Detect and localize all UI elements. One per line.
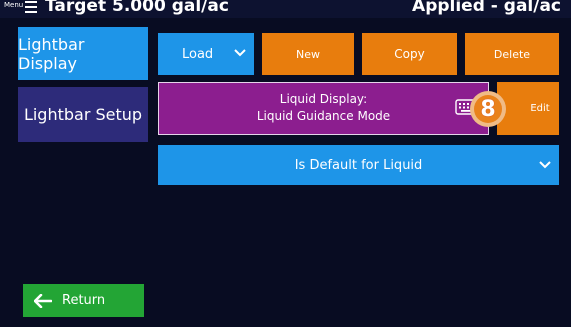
applied-rate: Applied - gal/ac [412, 0, 561, 16]
load-dropdown[interactable]: Load [158, 33, 254, 75]
edit-label: Edit [530, 103, 550, 114]
copy-button[interactable]: Copy [362, 33, 457, 75]
status-header: Menu Target 5.000 gal/ac Applied - gal/a… [0, 0, 571, 18]
default-select[interactable]: Is Default for Liquid [158, 145, 559, 185]
new-label: New [296, 47, 320, 61]
step-badge: 8 [470, 91, 506, 127]
step-number: 8 [474, 95, 502, 123]
return-button[interactable]: Return [23, 284, 144, 317]
sidebar-item-lightbar-display[interactable]: Lightbar Display [18, 27, 148, 80]
chevron-down-icon [539, 161, 551, 169]
panel-title: Liquid Display: [279, 92, 368, 106]
sidebar-item-lightbar-setup[interactable]: Lightbar Setup [18, 87, 148, 142]
new-button[interactable]: New [262, 33, 354, 75]
menu-icon[interactable] [25, 1, 37, 13]
sidebar-item-label: Lightbar Setup [23, 105, 143, 124]
panel-mode: Liquid Guidance Mode [256, 109, 391, 123]
liquid-display-panel[interactable]: Liquid Display: Liquid Guidance Mode [158, 82, 489, 135]
delete-label: Delete [493, 47, 531, 61]
default-select-value: Is Default for Liquid [294, 157, 423, 173]
return-label: Return [62, 293, 106, 308]
arrow-left-icon [34, 293, 52, 308]
load-label: Load [182, 46, 214, 62]
edit-button[interactable]: Edit [497, 82, 559, 135]
delete-button[interactable]: Delete [465, 33, 559, 75]
chevron-down-icon [234, 49, 246, 57]
copy-label: Copy [394, 47, 425, 61]
sidebar-item-label: Lightbar Display [18, 34, 85, 73]
menu-label[interactable]: Menu [4, 1, 23, 9]
target-rate: Target 5.000 gal/ac [45, 0, 229, 16]
